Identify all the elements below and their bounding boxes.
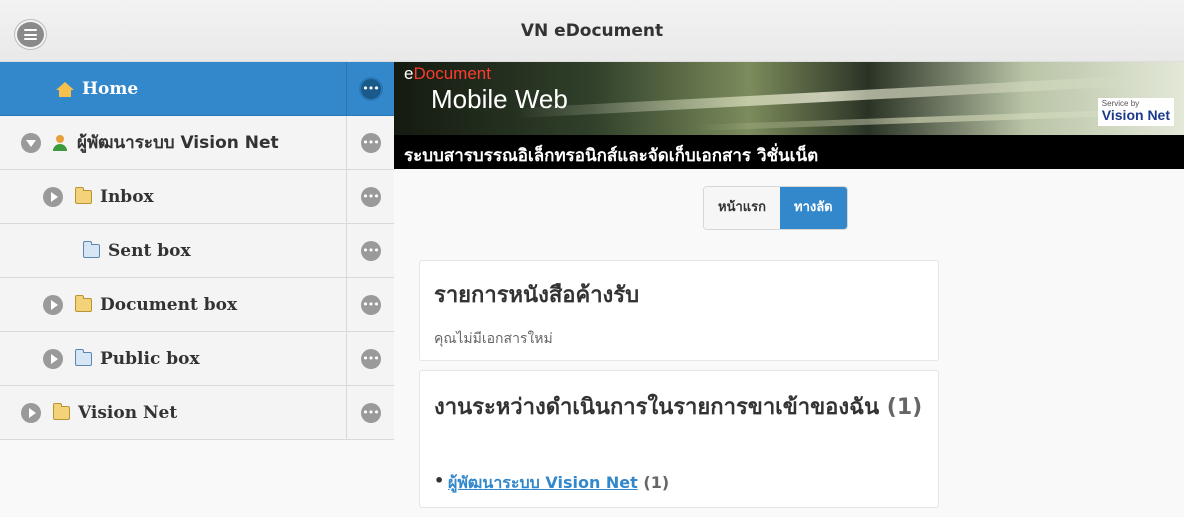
header-bar: VN eDocument	[0, 0, 1184, 62]
more-button[interactable]: •••	[346, 278, 394, 331]
expand-arrow-icon[interactable]	[43, 348, 63, 369]
item-count: (1)	[643, 473, 670, 492]
sidebar-item-label: ผู้พัฒนาระบบ Vision Net	[77, 133, 279, 153]
more-button[interactable]: •••	[346, 116, 394, 169]
list-item: ผู้พัฒนาระบบ Vision Net (1)	[434, 471, 670, 496]
expand-arrow-icon[interactable]	[43, 186, 63, 207]
tab-bar: หน้าแรก ทางลัด	[703, 186, 848, 230]
collapse-arrow-icon[interactable]	[21, 132, 41, 153]
more-icon: •••	[360, 294, 381, 315]
sidebar-item-home[interactable]: Home •••	[0, 62, 394, 116]
more-icon: •••	[360, 132, 381, 153]
app-title: VN eDocument	[520, 21, 664, 41]
sent-folder-icon	[83, 240, 100, 258]
more-button[interactable]: •••	[346, 332, 394, 385]
pending-message: คุณไม่มีเอกสารใหม่	[434, 331, 553, 347]
sidebar-item-inbox[interactable]: Inbox •••	[0, 170, 394, 224]
banner-subtitle: ระบบสารบรรณอิเล็กทรอนิกส์และจัดเก็บเอกสา…	[404, 146, 819, 166]
sidebar-item-label: Home	[82, 78, 139, 99]
sidebar-item-developer[interactable]: ผู้พัฒนาระบบ Vision Net •••	[0, 116, 394, 170]
more-icon: •••	[360, 402, 381, 423]
sidebar-item-sent-box[interactable]: Sent box •••	[0, 224, 394, 278]
sidebar-item-public-box[interactable]: Public box •••	[0, 332, 394, 386]
visionnet-folder-icon	[53, 402, 70, 420]
tab-home[interactable]: หน้าแรก	[704, 187, 780, 229]
expand-arrow-icon[interactable]	[21, 402, 41, 423]
more-icon: •••	[360, 78, 381, 99]
inbox-folder-icon	[75, 186, 92, 204]
sidebar-item-label: Vision Net	[78, 402, 178, 423]
home-icon	[56, 81, 74, 97]
sidebar-item-label: Document box	[100, 294, 238, 315]
sidebar-item-label: Sent box	[108, 240, 191, 261]
developer-link[interactable]: ผู้พัฒนาระบบ Vision Net	[448, 473, 638, 492]
vision-net-logo: Service by Vision Net	[1097, 98, 1174, 126]
sidebar-item-vision-net[interactable]: Vision Net •••	[0, 386, 394, 440]
sidebar-item-label: Inbox	[100, 186, 154, 207]
more-icon: •••	[360, 186, 381, 207]
pending-title: รายการหนังสือค้างรับ	[434, 283, 640, 308]
menu-icon	[24, 29, 37, 40]
main-content: eDocument Mobile Web Service by Vision N…	[394, 62, 1184, 517]
in-progress-card: งานระหว่างดำเนินการในรายการขาเข้าของฉัน …	[419, 370, 939, 508]
more-button[interactable]: •••	[346, 62, 394, 115]
menu-button[interactable]	[15, 20, 46, 49]
more-button[interactable]: •••	[346, 224, 394, 277]
banner-edocument: eDocument	[404, 64, 491, 83]
expand-arrow-icon[interactable]	[43, 294, 63, 315]
more-icon: •••	[360, 348, 381, 369]
sidebar-item-label: Public box	[100, 348, 200, 369]
sidebar: Home ••• ผู้พัฒนาระบบ Vision Net ••• Inb…	[0, 62, 394, 440]
in-progress-title: งานระหว่างดำเนินการในรายการขาเข้าของฉัน …	[434, 395, 923, 420]
user-icon	[53, 134, 67, 151]
document-folder-icon	[75, 294, 92, 312]
tab-shortcut[interactable]: ทางลัด	[780, 187, 847, 229]
more-button[interactable]: •••	[346, 170, 394, 223]
sidebar-item-document-box[interactable]: Document box •••	[0, 278, 394, 332]
more-button[interactable]: •••	[346, 386, 394, 439]
banner: eDocument Mobile Web Service by Vision N…	[394, 62, 1184, 169]
banner-mobile-web: Mobile Web	[431, 84, 568, 114]
more-icon: •••	[360, 240, 381, 261]
pending-documents-card: รายการหนังสือค้างรับ คุณไม่มีเอกสารใหม่	[419, 260, 939, 361]
public-folder-icon	[75, 348, 92, 366]
